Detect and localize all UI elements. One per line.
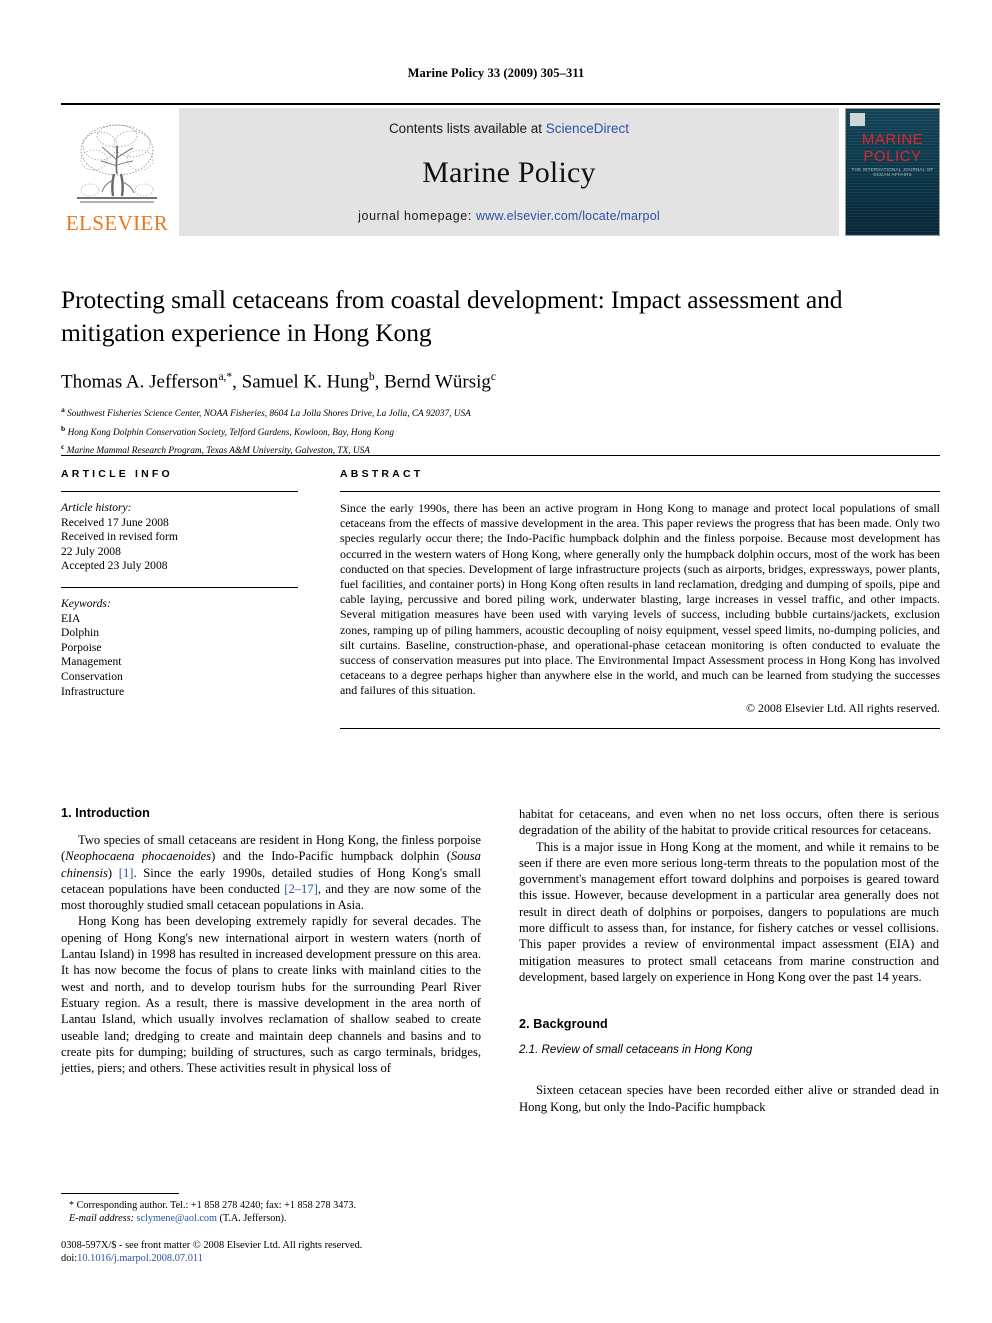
info-abstract-region: ARTICLE INFO Article history: Received 1…: [61, 455, 940, 729]
paragraph: Two species of small cetaceans are resid…: [61, 832, 481, 913]
abstract-heading: ABSTRACT: [340, 468, 424, 480]
email-attribution: (T.A. Jefferson).: [219, 1213, 287, 1225]
running-head: Marine Policy 33 (2009) 305–311: [407, 66, 585, 80]
doi-label: doi:: [61, 1253, 78, 1265]
citation-link[interactable]: [1]: [119, 866, 134, 880]
affiliation-item: a Southwest Fisheries Science Center, NO…: [61, 403, 940, 421]
citation-link[interactable]: [2–17]: [284, 882, 318, 896]
article-info-column: ARTICLE INFO Article history: Received 1…: [61, 468, 298, 729]
title-block: Protecting small cetaceans from coastal …: [61, 283, 940, 458]
text-run: ): [107, 865, 119, 880]
elsevier-logo: ELSEVIER: [61, 108, 173, 236]
article-info-rule: [61, 491, 298, 492]
cover-subtitle: THE INTERNATIONAL JOURNAL OF OCEAN AFFAI…: [851, 167, 934, 177]
elsevier-tree-icon: [77, 124, 157, 203]
cover-title: MARINE POLICY: [846, 131, 939, 165]
journal-title: Marine Policy: [422, 155, 596, 189]
keyword-item: Dolphin: [61, 626, 100, 640]
footnote-block: * Corresponding author. Tel.: +1 858 278…: [61, 1193, 481, 1266]
issn-copyright-block: 0308-597X/$ - see front matter © 2008 El…: [61, 1239, 481, 1266]
section-heading-background: 2. Background: [519, 1017, 608, 1032]
email-label: E-mail address:: [69, 1213, 134, 1225]
issn-line: 0308-597X/$ - see front matter © 2008 El…: [61, 1239, 363, 1251]
cover-title-line2: POLICY: [863, 148, 922, 165]
journal-cover-thumbnail: MARINE POLICY THE INTERNATIONAL JOURNAL …: [845, 108, 940, 236]
affiliation-marker: c: [61, 441, 65, 451]
article-history: Article history: Received 17 June 2008 R…: [61, 501, 298, 574]
affiliation-text: Hong Kong Dolphin Conservation Society, …: [67, 427, 394, 438]
article-history-label: Article history:: [61, 501, 132, 514]
sciencedirect-link[interactable]: ScienceDirect: [546, 121, 629, 136]
history-item: 22 July 2008: [61, 544, 121, 558]
email-note: E-mail address: sclymene@aol.com (T.A. J…: [61, 1212, 481, 1225]
article-title: Protecting small cetaceans from coastal …: [61, 285, 843, 347]
author-affiliation-marker: c: [490, 371, 496, 383]
affiliation-marker: b: [61, 423, 66, 433]
author-name: Thomas A. Jefferson: [61, 371, 219, 393]
keywords-rule: [61, 586, 298, 588]
history-item: Received in revised form: [61, 530, 178, 544]
body-columns: 1. Introduction Two species of small cet…: [61, 806, 940, 1115]
keyword-list: Keywords: EIA Dolphin Porpoise Managemen…: [61, 597, 298, 699]
keyword-item: Management: [61, 655, 122, 669]
species-name: Neophocaena phocaenoides: [65, 849, 212, 864]
footnote-rule: [61, 1193, 179, 1194]
contents-prefix: Contents lists available at: [388, 121, 546, 136]
doi-line: doi:10.1016/j.marpol.2008.07.011: [61, 1252, 481, 1266]
keyword-item: Infrastructure: [61, 684, 125, 698]
abstract-bottom-rule: [340, 727, 940, 729]
journal-homepage-link[interactable]: www.elsevier.com/locate/marpol: [476, 209, 660, 223]
paragraph: Hong Kong has been developing extremely …: [61, 914, 481, 1076]
paragraph: habitat for cetaceans, and even when no …: [519, 807, 939, 838]
article-info-heading: ARTICLE INFO: [61, 468, 173, 480]
section-heading-introduction: 1. Introduction: [61, 806, 150, 820]
corresponding-author-note: * Corresponding author. Tel.: +1 858 278…: [69, 1200, 357, 1211]
cover-publisher-mark: [850, 113, 865, 126]
abstract-copyright: © 2008 Elsevier Ltd. All rights reserved…: [746, 700, 940, 715]
doi-link[interactable]: 10.1016/j.marpol.2008.07.011: [77, 1253, 203, 1264]
paragraph: This is a major issue in Hong Kong at th…: [519, 839, 939, 984]
text-run: ) and the Indo-Pacific humpback dolphin …: [211, 849, 451, 864]
author-name: Samuel K. Hung: [241, 371, 369, 393]
affiliation-text: Southwest Fisheries Science Center, NOAA…: [67, 409, 471, 420]
subsection-heading-review: 2.1. Review of small cetaceans in Hong K…: [519, 1043, 753, 1057]
email-link[interactable]: sclymene@aol.com: [137, 1213, 217, 1224]
author-affiliation-marker: b: [368, 371, 375, 383]
affiliation-list: a Southwest Fisheries Science Center, NO…: [61, 403, 940, 458]
affiliation-item: b Hong Kong Dolphin Conservation Society…: [61, 422, 940, 440]
journal-homepage-line: journal homepage: www.elsevier.com/locat…: [358, 209, 660, 223]
author-list: Thomas A. Jeffersona,*, Samuel K. Hungb,…: [61, 371, 496, 393]
left-column: 1. Introduction Two species of small cet…: [61, 806, 481, 1115]
abstract-column: ABSTRACT Since the early 1990s, there ha…: [340, 468, 940, 729]
journal-masthead: ELSEVIER Contents lists available at Sci…: [61, 103, 940, 236]
keywords-label: Keywords:: [61, 596, 111, 610]
elsevier-wordmark: ELSEVIER: [65, 211, 169, 235]
author-name: Bernd Würsig: [384, 371, 491, 393]
abstract-text: Since the early 1990s, there has been an…: [340, 501, 940, 698]
history-item: Accepted 23 July 2008: [61, 559, 168, 573]
sciencedirect-band: Contents lists available at ScienceDirec…: [179, 108, 839, 236]
abstract-rule: [340, 491, 940, 492]
contents-available-line: Contents lists available at ScienceDirec…: [389, 121, 629, 136]
history-item: Received 17 June 2008: [61, 515, 169, 529]
keyword-item: Conservation: [61, 669, 123, 683]
homepage-prefix: journal homepage:: [358, 209, 476, 223]
paragraph: Sixteen cetacean species have been recor…: [519, 1083, 939, 1114]
keyword-item: EIA: [61, 611, 81, 625]
affiliation-marker: a: [61, 405, 65, 415]
cover-title-line1: MARINE: [861, 131, 924, 148]
author-affiliation-marker: a,*: [218, 371, 233, 383]
right-column: habitat for cetaceans, and even when no …: [519, 806, 939, 1115]
article-page: Marine Policy 33 (2009) 305–311 ELSEVIER…: [0, 0, 992, 1323]
keyword-item: Porpoise: [61, 640, 102, 654]
